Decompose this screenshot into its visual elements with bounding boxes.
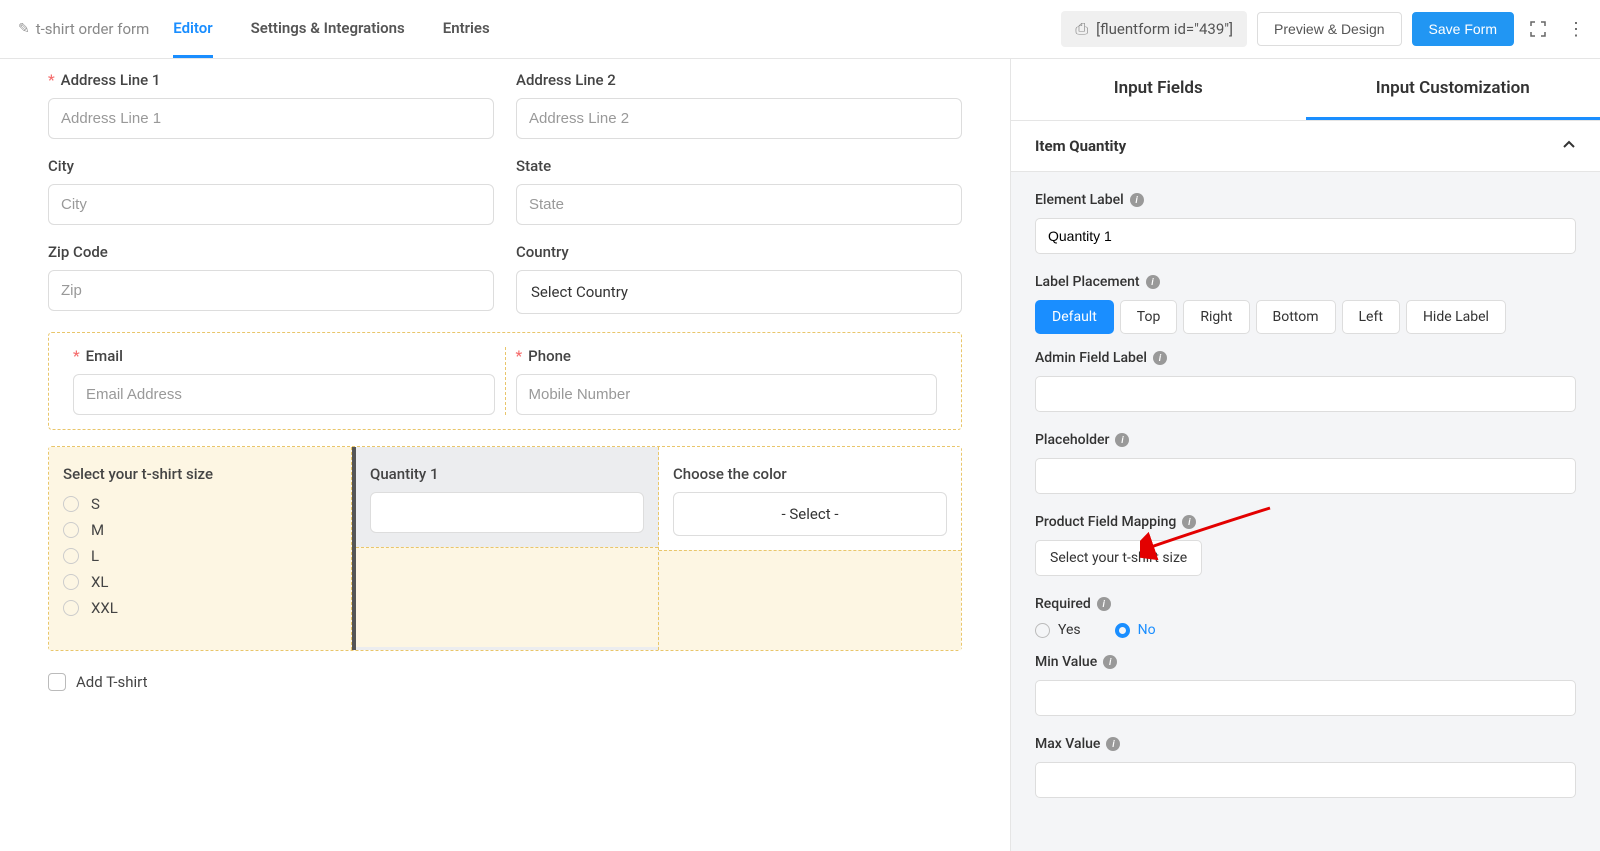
top-bar: ✎ t-shirt order form Editor Settings & I… (0, 0, 1600, 59)
checkbox-icon (48, 673, 66, 691)
main-tabs: Editor Settings & Integrations Entries (173, 1, 489, 58)
size-option-s[interactable]: S (63, 495, 337, 513)
sidebar-body: Element Labeli Label Placementi Default … (1011, 172, 1600, 851)
sidebar-panel: Input Fields Input Customization Item Qu… (1010, 59, 1600, 851)
element-label-title: Element Labeli (1035, 192, 1576, 208)
form-title: t-shirt order form (36, 20, 150, 38)
save-button[interactable]: Save Form (1412, 12, 1514, 46)
info-icon: i (1130, 193, 1144, 207)
addr1-label: *Address Line 1 (48, 71, 494, 89)
info-icon: i (1153, 351, 1167, 365)
admin-label-input[interactable] (1035, 376, 1576, 412)
addr2-input[interactable] (516, 98, 962, 139)
label-placement-group: Default Top Right Bottom Left Hide Label (1035, 300, 1576, 334)
tab-editor[interactable]: Editor (173, 1, 212, 58)
sidebar-tabs: Input Fields Input Customization (1011, 59, 1600, 121)
element-label-input[interactable] (1035, 218, 1576, 254)
size-option-xl[interactable]: XL (63, 573, 337, 591)
pencil-icon: ✎ (18, 21, 30, 37)
more-icon[interactable]: ⋮ (1562, 15, 1590, 43)
placeholder-title: Placeholderi (1035, 432, 1576, 448)
section-header[interactable]: Item Quantity (1011, 121, 1600, 172)
quantity-cell[interactable]: Quantity 1 (352, 447, 659, 650)
expand-icon[interactable] (1524, 15, 1552, 43)
color-select[interactable]: - Select - (673, 492, 947, 536)
placement-right[interactable]: Right (1183, 300, 1249, 334)
min-value-title: Min Valuei (1035, 654, 1576, 670)
preview-button[interactable]: Preview & Design (1257, 12, 1402, 46)
add-tshirt-checkbox[interactable]: Add T-shirt (48, 673, 962, 691)
placement-hide[interactable]: Hide Label (1406, 300, 1506, 334)
shortcode-text: [fluentform id="439"] (1096, 20, 1233, 38)
state-input[interactable] (516, 184, 962, 225)
contact-container: *Email *Phone (48, 332, 962, 430)
required-no[interactable]: No (1115, 622, 1156, 638)
size-cell[interactable]: Select your t-shirt size S M L XL XXL (49, 447, 352, 650)
info-icon: i (1146, 275, 1160, 289)
required-title: Requiredi (1035, 596, 1576, 612)
addr1-input[interactable] (48, 98, 494, 139)
email-input[interactable] (73, 374, 495, 415)
placement-bottom[interactable]: Bottom (1256, 300, 1336, 334)
color-label: Choose the color (673, 465, 947, 483)
form-title-edit[interactable]: ✎ t-shirt order form (18, 20, 149, 38)
required-radio-group: Yes No (1035, 622, 1576, 638)
tab-input-customization[interactable]: Input Customization (1306, 59, 1600, 120)
info-icon: i (1115, 433, 1129, 447)
info-icon: i (1106, 737, 1120, 751)
qty-input[interactable] (370, 492, 644, 533)
size-option-m[interactable]: M (63, 521, 337, 539)
zip-label: Zip Code (48, 243, 494, 261)
placement-left[interactable]: Left (1342, 300, 1400, 334)
main-area: *Address Line 1 Address Line 2 City Stat… (0, 59, 1600, 851)
phone-label: *Phone (516, 347, 938, 365)
size-option-l[interactable]: L (63, 547, 337, 565)
addr2-label: Address Line 2 (516, 71, 962, 89)
country-label: Country (516, 243, 962, 261)
size-options: S M L XL XXL (63, 495, 337, 617)
city-label: City (48, 157, 494, 175)
color-cell[interactable]: Choose the color - Select - (659, 447, 961, 650)
label-placement-title: Label Placementi (1035, 274, 1576, 290)
tab-settings[interactable]: Settings & Integrations (251, 1, 405, 58)
required-yes[interactable]: Yes (1035, 622, 1081, 638)
product-mapping-select[interactable]: Select your t-shirt size (1035, 540, 1202, 576)
admin-label-title: Admin Field Labeli (1035, 350, 1576, 366)
info-icon: i (1182, 515, 1196, 529)
placeholder-input[interactable] (1035, 458, 1576, 494)
section-title: Item Quantity (1035, 137, 1126, 155)
tab-entries[interactable]: Entries (443, 1, 490, 58)
shortcode-box[interactable]: ⎙ [fluentform id="439"] (1061, 11, 1247, 47)
size-label: Select your t-shirt size (63, 465, 337, 483)
tab-input-fields[interactable]: Input Fields (1011, 59, 1306, 120)
form-canvas: *Address Line 1 Address Line 2 City Stat… (0, 59, 1010, 851)
info-icon: i (1103, 655, 1117, 669)
product-mapping-title: Product Field Mappingi (1035, 514, 1576, 530)
phone-input[interactable] (516, 374, 938, 415)
info-icon: i (1097, 597, 1111, 611)
max-value-title: Max Valuei (1035, 736, 1576, 752)
placement-top[interactable]: Top (1120, 300, 1178, 334)
max-value-input[interactable] (1035, 762, 1576, 798)
topbar-actions: ⎙ [fluentform id="439"] Preview & Design… (1061, 11, 1590, 47)
zip-input[interactable] (48, 270, 494, 311)
shortcode-icon: ⎙ (1075, 19, 1088, 39)
city-input[interactable] (48, 184, 494, 225)
state-label: State (516, 157, 962, 175)
min-value-input[interactable] (1035, 680, 1576, 716)
size-option-xxl[interactable]: XXL (63, 599, 337, 617)
country-select[interactable]: Select Country (516, 270, 962, 314)
add-tshirt-label: Add T-shirt (76, 673, 148, 691)
chevron-up-icon (1562, 138, 1576, 154)
product-container: Select your t-shirt size S M L XL XXL Qu… (48, 446, 962, 651)
email-label: *Email (73, 347, 495, 365)
placement-default[interactable]: Default (1035, 300, 1114, 334)
qty-label: Quantity 1 (370, 465, 644, 483)
